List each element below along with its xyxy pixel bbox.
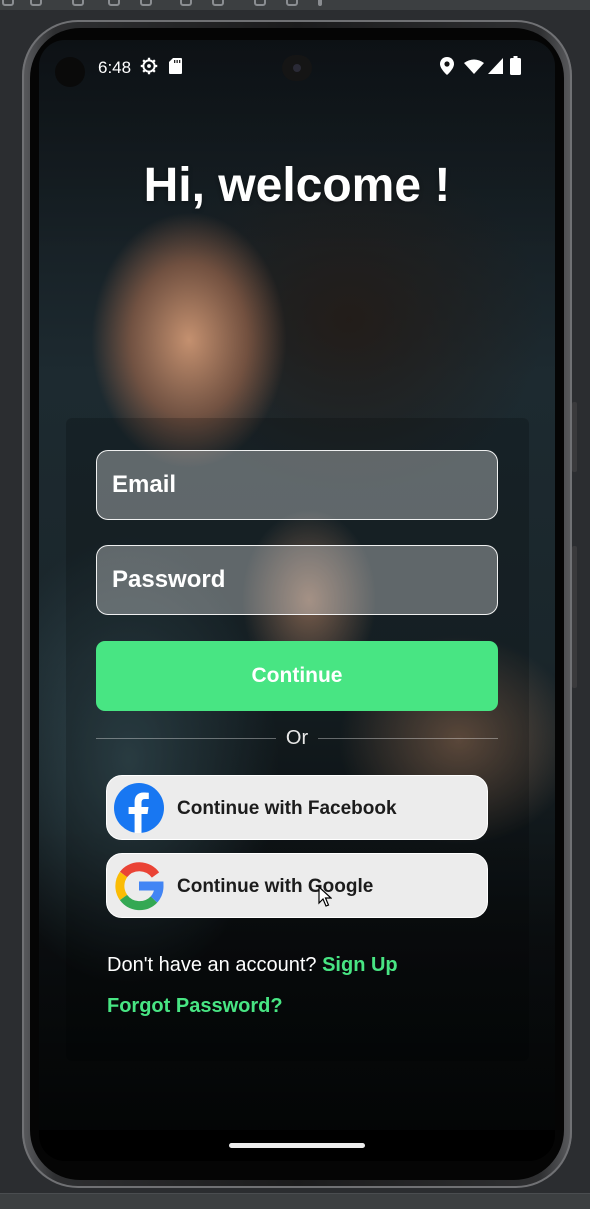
wifi-icon [464, 59, 484, 74]
email-placeholder: Email [112, 471, 177, 498]
camera-dot [55, 57, 85, 87]
google-button-label: Continue with Google [177, 875, 374, 897]
emulator-toolbar [0, 0, 590, 10]
home-gesture-handle[interactable] [229, 1143, 365, 1148]
continue-button[interactable]: Continue [96, 641, 498, 711]
status-bar: 6:48 [39, 40, 555, 96]
forgot-password-link[interactable]: Forgot Password? [107, 995, 283, 1018]
facebook-icon [114, 783, 164, 833]
toolbar-icon[interactable] [72, 0, 84, 6]
front-camera [282, 55, 312, 81]
power-button[interactable] [572, 402, 577, 472]
toolbar-icon[interactable] [2, 0, 14, 6]
sd-card-icon [169, 58, 182, 74]
facebook-button-label: Continue with Facebook [177, 797, 397, 819]
gear-icon [140, 57, 158, 75]
continue-with-google-button[interactable]: Continue with Google [106, 853, 488, 918]
toolbar-icon[interactable] [140, 0, 152, 6]
more-icon[interactable] [318, 0, 322, 6]
battery-icon [510, 56, 521, 75]
continue-with-facebook-button[interactable]: Continue with Facebook [106, 775, 488, 840]
sign-up-link[interactable]: Sign Up [322, 954, 398, 976]
toolbar-icon[interactable] [254, 0, 266, 6]
signup-prompt: Don't have an account? [107, 954, 323, 976]
signup-row: Don't have an account? Sign Up [107, 954, 398, 977]
divider-line [318, 738, 498, 739]
volume-button[interactable] [572, 546, 577, 688]
app-screen: 6:48 Hi, welcome ! Email Password Contin… [39, 40, 555, 1161]
status-time: 6:48 [98, 58, 132, 77]
location-icon [440, 57, 454, 75]
mouse-cursor-icon [318, 886, 332, 907]
toolbar-icon[interactable] [286, 0, 298, 6]
toolbar-icon[interactable] [30, 0, 42, 6]
password-placeholder: Password [112, 566, 226, 593]
email-field[interactable]: Email [96, 450, 498, 520]
toolbar-icon[interactable] [108, 0, 120, 6]
toolbar-icon[interactable] [212, 0, 224, 6]
signal-icon [488, 58, 503, 74]
navigation-bar [39, 1130, 555, 1161]
google-icon [115, 862, 164, 911]
welcome-title: Hi, welcome ! [143, 159, 451, 212]
emulator-footer [0, 1193, 590, 1209]
toolbar-icon[interactable] [180, 0, 192, 6]
password-field[interactable]: Password [96, 545, 498, 615]
or-divider: Or [96, 726, 498, 756]
